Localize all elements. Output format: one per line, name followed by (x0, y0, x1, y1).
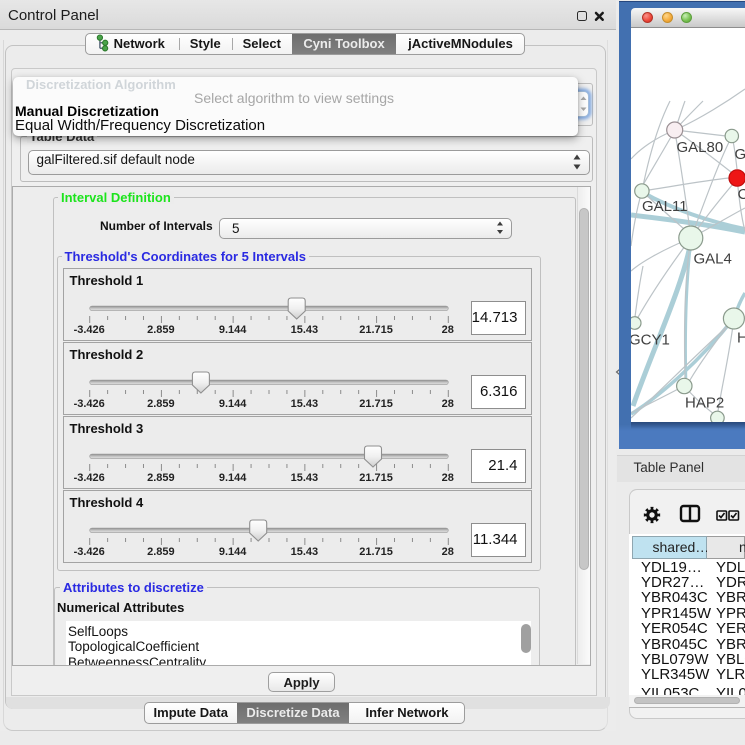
svg-text:GAL4: GAL4 (694, 251, 732, 268)
svg-text:CY: CY (738, 186, 745, 203)
svg-text:GAL80: GAL80 (677, 139, 724, 156)
svg-text:GAL11: GAL11 (642, 198, 688, 215)
svg-text:GA: GA (735, 146, 745, 163)
svg-text:HAP2: HAP2 (685, 395, 724, 412)
svg-text:GCY1: GCY1 (631, 332, 670, 349)
svg-text:H: H (737, 330, 745, 347)
